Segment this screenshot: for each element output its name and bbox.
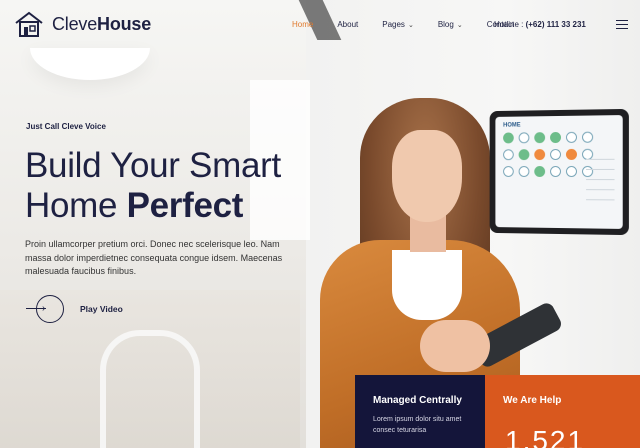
- chevron-down-icon: ⌄: [456, 21, 463, 29]
- stat-number: 1,521: [505, 425, 586, 448]
- hotline[interactable]: Hotline : (+62) 111 33 231: [494, 20, 586, 29]
- logo[interactable]: CleveHouse: [14, 10, 151, 38]
- play-video-button[interactable]: › Play Video: [26, 294, 123, 324]
- smart-home-panel: HOME: [489, 108, 629, 236]
- card-title: Managed Centrally: [373, 395, 462, 406]
- chevron-down-icon: ⌄: [407, 21, 414, 29]
- play-video-label: Play Video: [80, 304, 123, 314]
- hero-lead: Proin ullamcorper pretium orci. Donec ne…: [25, 239, 283, 276]
- nav-home[interactable]: Home: [292, 20, 313, 29]
- managed-centrally-card: Managed Centrally Lorem ipsum dolor situ…: [355, 375, 485, 448]
- card-text: Lorem ipsum dolor situ amet consec tetur…: [373, 416, 462, 434]
- hero-kicker: Just Call Cleve Voice: [26, 122, 106, 131]
- logo-text: CleveHouse: [52, 13, 152, 34]
- chair: [100, 330, 200, 448]
- card-title: We Are Help: [503, 395, 562, 406]
- play-arrow-icon: ›: [26, 294, 64, 324]
- site-header: CleveHouse Home About Pages ⌄ Blog ⌄ Conta…: [0, 0, 640, 52]
- hamburger-menu-icon[interactable]: [616, 20, 628, 29]
- house-logo-icon: [15, 11, 43, 37]
- we-are-help-card: We Are Help 1,521: [485, 375, 640, 448]
- nav-blog[interactable]: Blog ⌄: [438, 20, 463, 29]
- nav-pages[interactable]: Pages ⌄: [382, 20, 414, 29]
- nav-about[interactable]: About: [337, 20, 358, 29]
- panel-title: HOME: [503, 122, 521, 129]
- hero-headline: Build Your Smart Home Perfect: [25, 146, 281, 225]
